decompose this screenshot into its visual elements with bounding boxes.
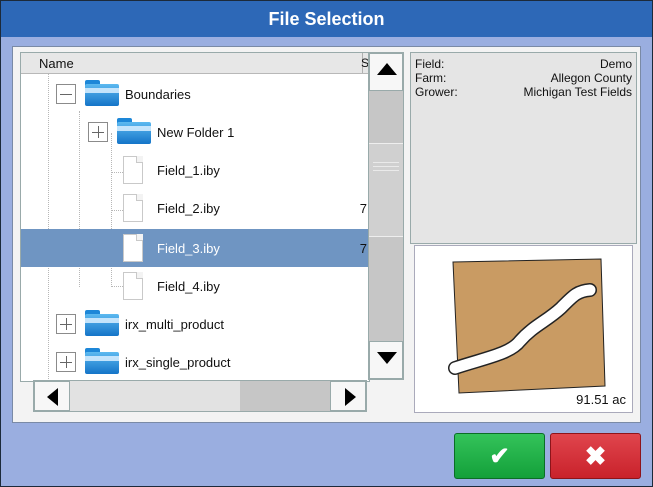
- field-info-panel: Field: Demo Farm: Allegon County Grower:…: [410, 52, 637, 244]
- expand-toggle[interactable]: [56, 314, 76, 334]
- field-key: Field:: [415, 57, 445, 71]
- expand-toggle[interactable]: [88, 122, 108, 142]
- file-icon: [123, 234, 143, 262]
- tree-row-new-folder-1[interactable]: New Folder 1: [21, 113, 369, 151]
- tree-row-field-2[interactable]: Field_2.iby 7: [21, 189, 369, 227]
- scroll-up-button[interactable]: [369, 53, 403, 91]
- cancel-button[interactable]: ✖: [550, 433, 641, 479]
- tree-row-irx-single-product[interactable]: irx_single_product: [21, 343, 369, 381]
- tree-row-label: New Folder 1: [157, 125, 235, 140]
- vertical-scroll-thumb[interactable]: [369, 143, 403, 237]
- folder-icon: [117, 118, 151, 144]
- field-boundary-shape: [448, 258, 606, 394]
- confirm-button[interactable]: ✔: [454, 433, 545, 479]
- field-value: Demo: [599, 57, 632, 71]
- arrow-up-icon: [377, 63, 397, 75]
- tree-header: Name S: [21, 53, 369, 74]
- grower-row: Grower: Michigan Test Fields: [415, 85, 632, 100]
- field-row: Field: Demo: [415, 57, 632, 72]
- arrow-right-icon: [345, 388, 356, 406]
- expand-toggle[interactable]: [56, 352, 76, 372]
- tree-row-label: irx_multi_product: [125, 317, 224, 332]
- vertical-scrollbar[interactable]: [368, 52, 404, 380]
- tree-row-field-3[interactable]: Field_3.iby 7: [21, 229, 369, 267]
- tree-row-label: irx_single_product: [125, 355, 231, 370]
- tree-row-label: Field_2.iby: [157, 201, 220, 216]
- farm-key: Farm:: [415, 71, 447, 85]
- file-icon: [123, 156, 143, 184]
- horizontal-scroll-thumb[interactable]: [70, 381, 240, 411]
- tree-row-field-1[interactable]: Field_1.iby: [21, 151, 369, 189]
- x-icon: ✖: [584, 440, 607, 471]
- column-header-name[interactable]: Name: [39, 56, 74, 71]
- tree-row-irx-multi-product[interactable]: irx_multi_product: [21, 305, 369, 343]
- file-tree[interactable]: Name S Boundaries New Folder 1 Field_1.i…: [20, 52, 370, 382]
- tree-row-size: 7: [359, 241, 367, 256]
- acreage-label: 91.51 ac: [576, 392, 626, 407]
- grower-key: Grower:: [415, 85, 458, 99]
- tree-row-label: Field_4.iby: [157, 279, 220, 294]
- check-icon: ✔: [489, 442, 510, 470]
- tree-row-label: Boundaries: [125, 87, 191, 102]
- scroll-left-button[interactable]: [34, 381, 70, 411]
- arrow-left-icon: [47, 388, 58, 406]
- tree-row-size: 7: [359, 201, 367, 216]
- scroll-down-button[interactable]: [369, 341, 403, 379]
- tree-row-field-4[interactable]: Field_4.iby: [21, 267, 369, 305]
- window-title: File Selection: [1, 1, 652, 37]
- arrow-down-icon: [377, 352, 397, 364]
- tree-row-label: Field_1.iby: [157, 163, 220, 178]
- folder-icon: [85, 348, 119, 374]
- farm-row: Farm: Allegon County: [415, 71, 632, 86]
- scroll-right-button[interactable]: [330, 381, 366, 411]
- tree-row-boundaries[interactable]: Boundaries: [21, 75, 369, 113]
- field-map-preview: 91.51 ac: [414, 245, 633, 413]
- grower-value: Michigan Test Fields: [523, 85, 633, 99]
- collapse-toggle[interactable]: [56, 84, 76, 104]
- folder-icon: [85, 80, 119, 106]
- file-icon: [123, 194, 143, 222]
- horizontal-scrollbar[interactable]: [33, 380, 367, 412]
- tree-row-label: Field_3.iby: [157, 241, 220, 256]
- folder-icon: [85, 310, 119, 336]
- file-icon: [123, 272, 143, 300]
- farm-value: Allegon County: [550, 71, 632, 85]
